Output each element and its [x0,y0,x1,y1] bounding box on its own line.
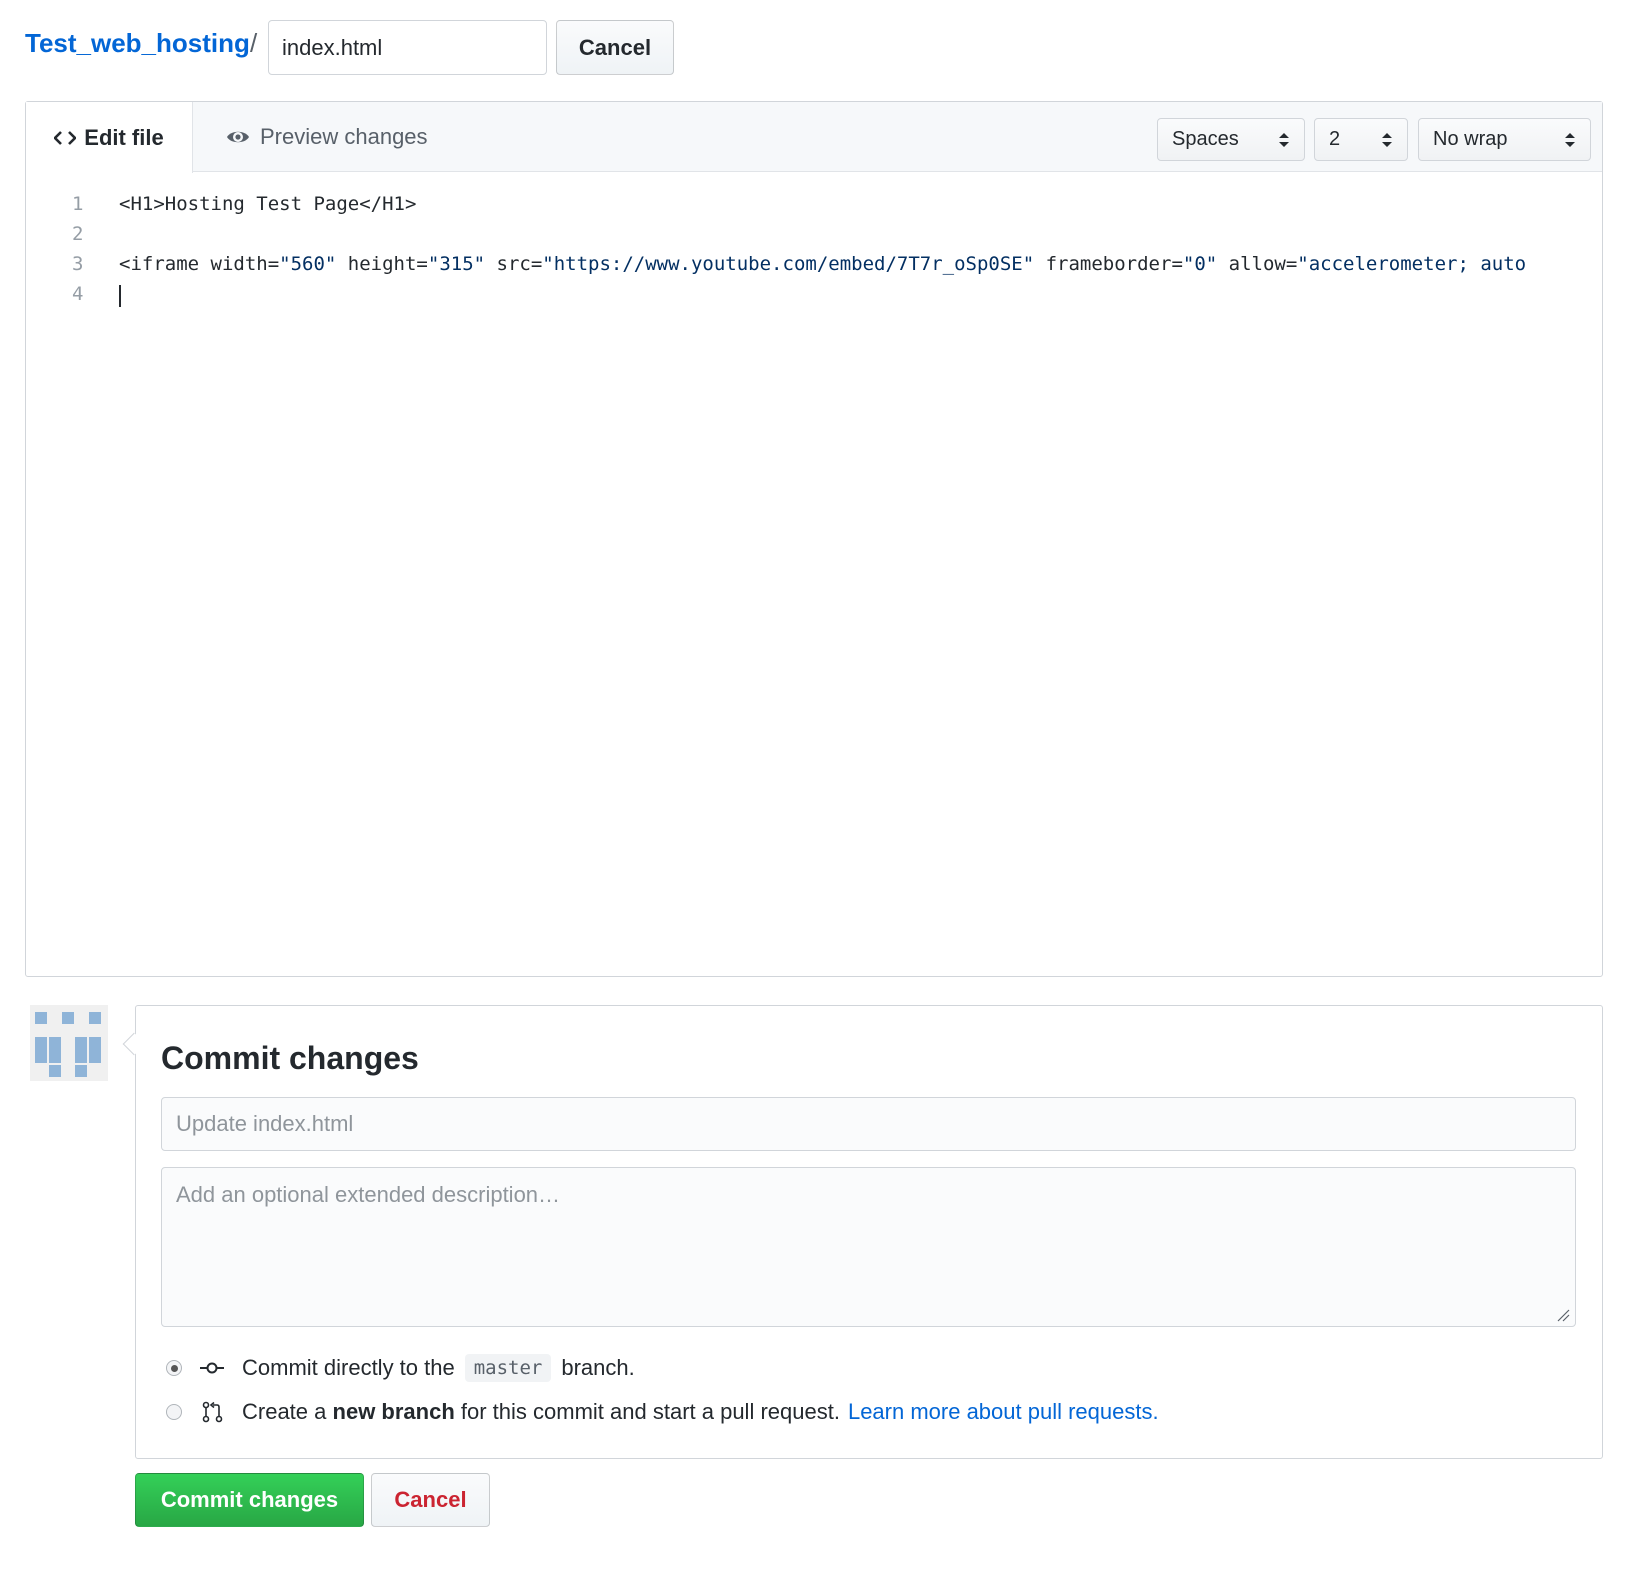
editor-toolbar: Edit file Preview changes Spaces 2 No wr… [26,102,1602,173]
git-pull-request-icon [202,1401,223,1423]
indent-mode-value: Spaces [1172,128,1239,150]
indent-size-value: 2 [1329,128,1341,150]
new-branch-radio[interactable] [166,1404,182,1420]
commit-description-input[interactable] [161,1167,1576,1327]
line-number: 1 [72,193,84,215]
commit-changes-button[interactable]: Commit changes [135,1473,364,1527]
git-commit-icon [200,1362,224,1374]
commit-direct-suffix: branch. [561,1355,635,1380]
indent-size-select[interactable]: 2 [1314,118,1408,161]
line-number: 2 [72,223,84,245]
repo-link[interactable]: Test_web_hosting [25,28,250,59]
select-arrows-icon [1279,132,1289,147]
tab-preview-changes[interactable]: Preview changes [226,102,428,172]
branch-name: master [464,1354,552,1382]
learn-more-pull-requests-link[interactable]: Learn more about pull requests. [848,1399,1159,1425]
new-branch-text: Create a [242,1399,327,1424]
code-line: 3 <iframe width="560" height="315" src="… [26,253,1602,283]
tab-preview-changes-label: Preview changes [260,124,428,149]
new-branch-option[interactable]: Create a new branch for this commit and … [166,1397,1159,1427]
wrap-mode-select[interactable]: No wrap [1418,118,1591,161]
line-number: 4 [72,283,84,305]
resize-handle-icon[interactable] [1556,1308,1570,1322]
path-separator: / [250,28,258,58]
cancel-edit-button[interactable]: Cancel [556,20,674,75]
code-line-text: <H1>Hosting Test Page</H1> [119,193,417,215]
indent-mode-select[interactable]: Spaces [1157,118,1305,161]
code-line: 2 [26,223,1602,253]
commit-direct-text: Commit directly to the [242,1355,455,1380]
new-branch-bold: new branch [332,1399,455,1424]
tab-edit-file[interactable]: Edit file [26,102,193,173]
cancel-commit-button[interactable]: Cancel [371,1473,490,1527]
commit-direct-option[interactable]: Commit directly to the master branch. [166,1353,635,1383]
commit-title: Commit changes [161,1040,419,1076]
filename-input[interactable] [268,20,547,75]
avatar [30,1005,108,1081]
eye-icon [227,131,249,143]
wrap-mode-value: No wrap [1433,128,1508,150]
code-editor[interactable]: 1 <H1>Hosting Test Page</H1> 2 3 <iframe… [26,173,1602,976]
line-number: 3 [72,253,84,275]
file-editor: Edit file Preview changes Spaces 2 No wr… [25,101,1603,977]
new-branch-suffix: for this commit and start a pull request… [460,1399,840,1424]
tab-edit-file-label: Edit file [84,124,164,150]
select-arrows-icon [1382,132,1392,147]
commit-summary-input[interactable] [161,1097,1576,1151]
radio-selected-dot [170,1364,178,1372]
code-line: 4 [26,283,1602,313]
identicon [35,1012,101,1077]
code-line-text: <iframe width="560" height="315" src="ht… [119,253,1527,275]
commit-direct-radio[interactable] [166,1360,182,1376]
code-icon [54,130,77,145]
text-cursor [119,285,121,307]
code-line: 1 <H1>Hosting Test Page</H1> [26,193,1602,223]
select-arrows-icon [1565,132,1575,147]
